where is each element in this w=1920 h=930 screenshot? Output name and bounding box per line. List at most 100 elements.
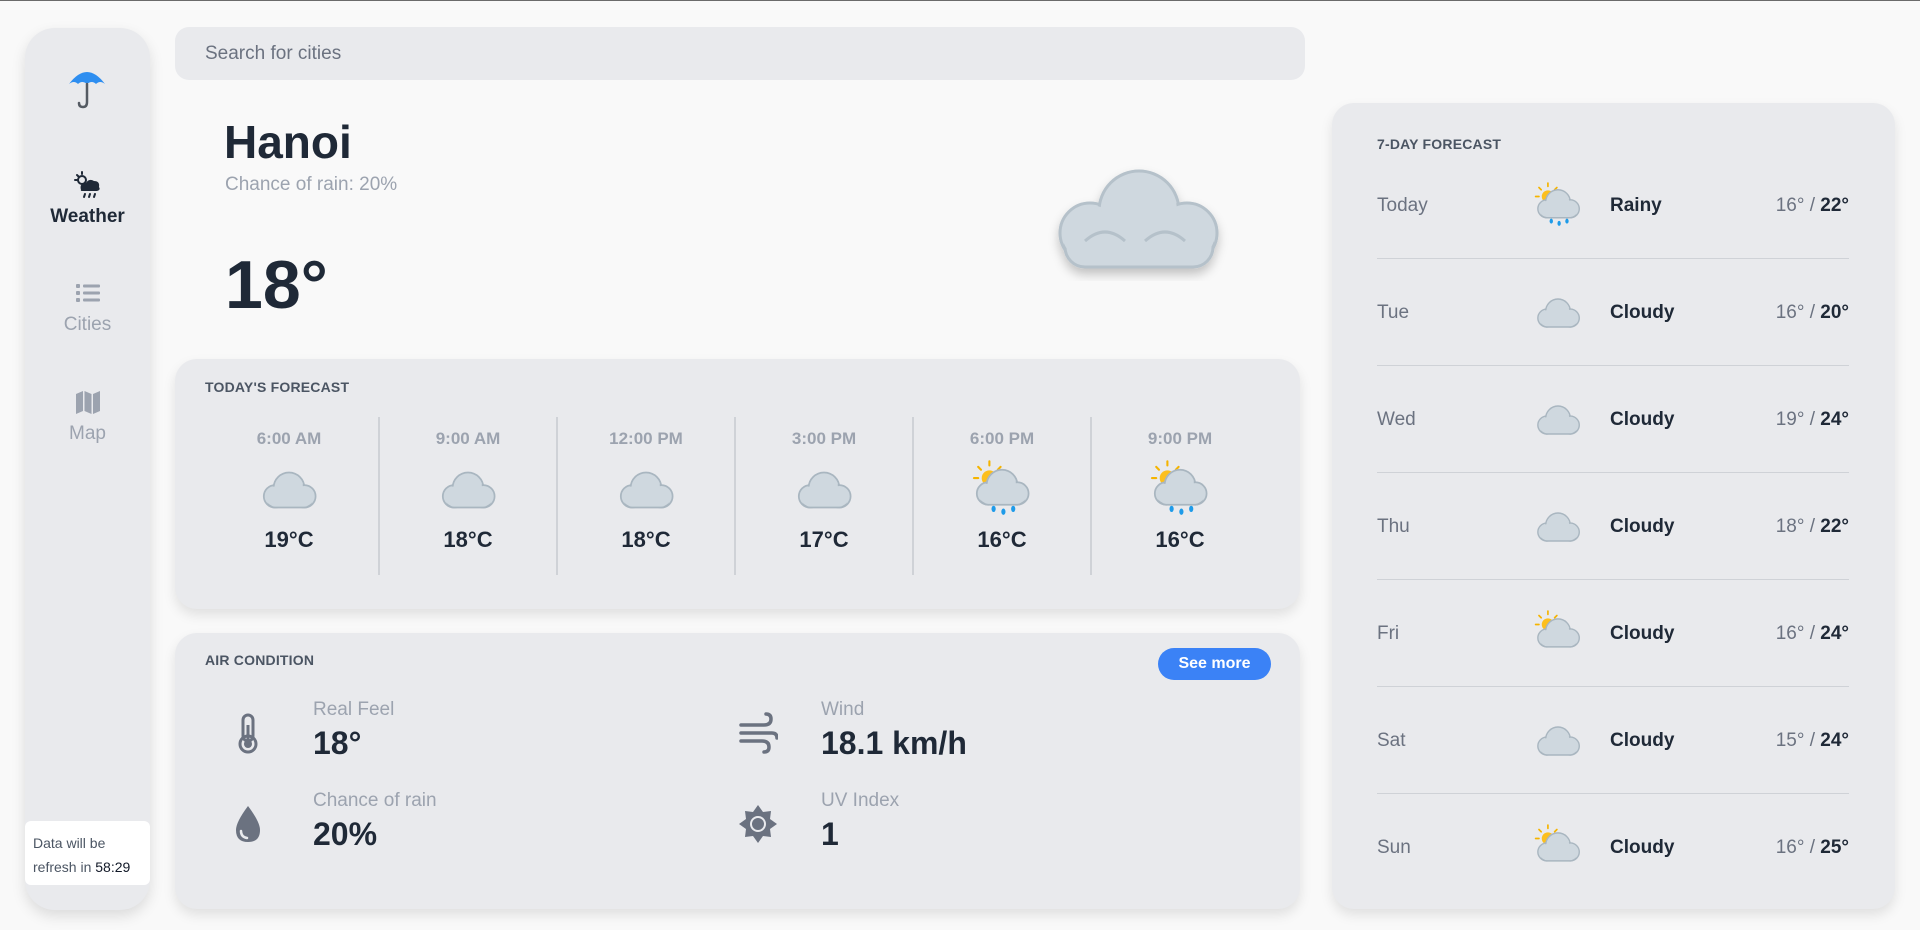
sidebar-item-label: Weather [50, 206, 125, 227]
hourly-forecast-list: 6:00 AM 19°C 9:00 AM 18°C 12:00 PM 18°C … [200, 417, 1270, 575]
cloud-icon [441, 471, 496, 509]
sun-rain-icon [972, 460, 1030, 515]
day-condition: Cloudy [1610, 516, 1675, 537]
hourly-item: 6:00 PM 16°C [912, 417, 1090, 575]
sun-cloud-icon [1534, 610, 1580, 648]
day-temp-range: 16° / 25° [1775, 837, 1849, 858]
day-low: 19° [1775, 409, 1805, 430]
day-high: 20° [1820, 302, 1849, 323]
day-high: 22° [1820, 195, 1849, 216]
day-row: Fri Cloudy 16° / 24° [1377, 580, 1849, 687]
day-row: Today Rainy 16° / 22° [1377, 152, 1849, 259]
metric-label: Chance of rain [313, 790, 437, 811]
day-name: Tue [1377, 302, 1410, 323]
hour-temp: 16°C [1155, 527, 1205, 552]
day-temp-range: 18° / 22° [1775, 516, 1849, 537]
metric-label: Wind [821, 699, 865, 720]
panel-title: Today's forecast [205, 379, 350, 395]
city-name: Hanoi [224, 116, 352, 168]
day-row: Tue Cloudy 16° / 20° [1377, 259, 1849, 366]
day-condition: Cloudy [1610, 302, 1675, 323]
hour-temp: 17°C [799, 527, 849, 552]
cloud-icon [1045, 161, 1230, 281]
metric-value: 18° [313, 725, 362, 761]
refresh-text: Data will be [33, 835, 106, 851]
current-temperature: 18° [225, 247, 328, 323]
cloud-icon [1537, 512, 1580, 542]
sun-cloud-icon [1534, 824, 1580, 862]
day-high: 22° [1820, 516, 1849, 537]
day-low: 16° [1775, 195, 1805, 216]
hour-time: 9:00 AM [435, 429, 501, 448]
see-more-button[interactable]: See more [1158, 648, 1271, 680]
metric-value: 20% [313, 816, 378, 852]
air-condition-panel: Air condition See more Real Feel 18° Win [175, 633, 1300, 909]
todays-forecast-panel: Today's forecast 6:00 AM 19°C 9:00 AM 18… [175, 359, 1300, 609]
day-name: Wed [1377, 409, 1416, 430]
hour-temp: 16°C [977, 527, 1027, 552]
metric-label: UV Index [821, 790, 900, 811]
metric-value: 1 [821, 816, 839, 852]
day-condition: Cloudy [1610, 409, 1675, 430]
sidebar: Weather Cities Map Data will be refresh … [25, 28, 150, 910]
current-chance-of-rain: Chance of rain: 20% [225, 174, 398, 195]
refresh-timer: 58:29 [95, 859, 131, 875]
hour-temp: 18°C [621, 527, 671, 552]
hour-time: 9:00 PM [1147, 429, 1213, 448]
hourly-item: 9:00 AM 18°C [378, 417, 556, 575]
day-high: 25° [1820, 837, 1849, 858]
day-name: Today [1377, 195, 1428, 216]
sun-icon [738, 802, 777, 846]
search-input[interactable] [175, 27, 1305, 80]
day-name: Thu [1377, 516, 1410, 537]
cloud-icon [1537, 298, 1580, 328]
seven-day-forecast-panel: 7-day forecast Today Rainy 16° / 22° Tue… [1332, 103, 1895, 909]
metric-label: Real Feel [313, 699, 395, 720]
refresh-line: refresh in 58:29 [33, 855, 150, 879]
cloud-icon [619, 471, 674, 509]
sidebar-item-label: Cities [63, 314, 112, 335]
day-condition: Cloudy [1610, 623, 1675, 644]
day-row: Thu Cloudy 18° / 22° [1377, 473, 1849, 580]
day-low: 16° [1775, 837, 1805, 858]
wind-icon [738, 711, 779, 755]
map-icon [73, 387, 103, 417]
hourly-item: 9:00 PM 16°C [1090, 417, 1268, 575]
sun-rain-icon [1150, 460, 1208, 515]
sidebar-item-weather[interactable]: Weather [25, 170, 150, 228]
hourly-item: 6:00 AM 19°C [200, 417, 378, 575]
day-name: Sat [1377, 730, 1406, 751]
hour-temp: 18°C [443, 527, 493, 552]
day-high: 24° [1820, 623, 1849, 644]
day-high: 24° [1820, 730, 1849, 751]
sidebar-item-map[interactable]: Map [25, 387, 150, 445]
cloud-icon [1537, 726, 1580, 756]
day-low: 15° [1775, 730, 1805, 751]
sidebar-item-label: Map [69, 423, 106, 444]
thermometer-icon [230, 711, 266, 755]
day-condition: Cloudy [1610, 837, 1675, 858]
hourly-item: 12:00 PM 18°C [556, 417, 734, 575]
cloud-icon [1537, 405, 1580, 435]
cloud-icon [262, 471, 317, 509]
day-low: 16° [1775, 623, 1805, 644]
day-temp-range: 19° / 24° [1775, 409, 1849, 430]
hour-time: 6:00 PM [969, 429, 1035, 448]
sidebar-item-cities[interactable]: Cities [25, 278, 150, 336]
day-low: 18° [1775, 516, 1805, 537]
day-high: 24° [1820, 409, 1849, 430]
hourly-item: 3:00 PM 17°C [734, 417, 912, 575]
day-temp-range: 16° / 24° [1775, 623, 1849, 644]
day-row: Sat Cloudy 15° / 24° [1377, 687, 1849, 794]
panel-title: Air condition [205, 652, 315, 668]
hour-temp: 19°C [264, 527, 314, 552]
list-icon [73, 278, 103, 308]
day-temp-range: 16° / 22° [1775, 195, 1849, 216]
day-low: 16° [1775, 302, 1805, 323]
umbrella-icon [65, 64, 109, 110]
refresh-notice: Data will be refresh in 58:29 [25, 821, 150, 885]
day-name: Sun [1377, 837, 1411, 858]
day-condition: Cloudy [1610, 730, 1675, 751]
water-drop-icon [230, 802, 266, 846]
cloud-sun-rain-icon [73, 170, 103, 200]
